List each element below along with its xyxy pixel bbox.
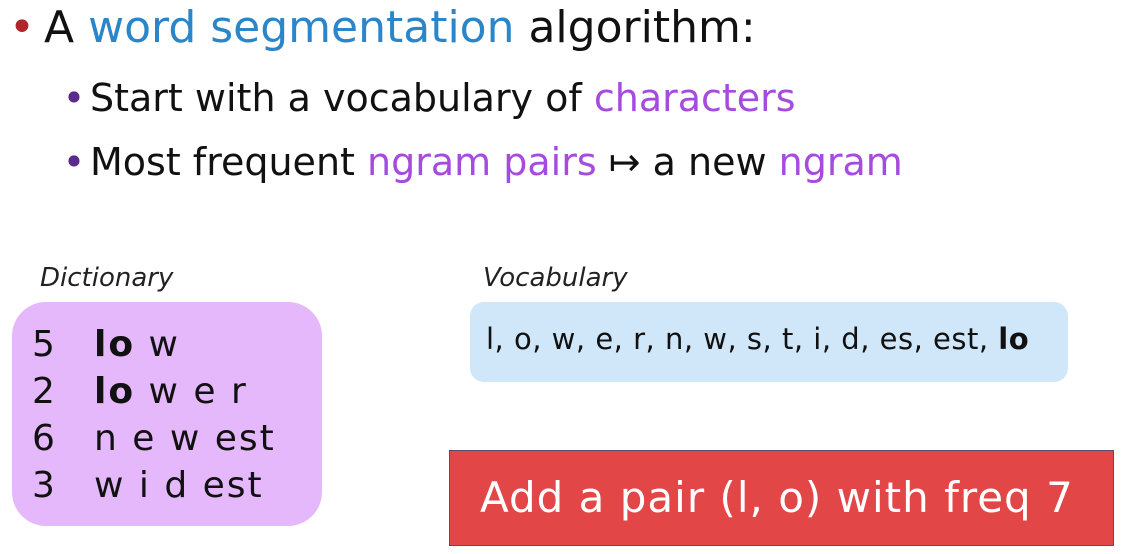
action-callout: Add a pair (l, o) with freq 7	[449, 450, 1114, 546]
dictionary-box: 5 lo w 2 lo w e r 6 n e w est 3 w i d est	[12, 302, 322, 526]
sub-bullet-2-arrow: ↦ a new	[596, 140, 779, 184]
dictionary-row: 2 lo w e r	[32, 371, 248, 412]
bullet-main-prefix: A	[44, 2, 89, 53]
dictionary-count: 6	[32, 418, 57, 459]
dictionary-merged: lo	[94, 371, 136, 412]
vocabulary-new-item: lo	[998, 322, 1030, 356]
action-text: Add a pair (l, o) with freq 7	[480, 473, 1074, 522]
bullet-main-suffix: algorithm:	[514, 2, 756, 53]
dictionary-word: w	[135, 324, 180, 365]
vocabulary-list: l, o, w, e, r, n, w, s, t, i, d, es, est…	[486, 322, 1029, 356]
sub-bullet-1: • Start with a vocabulary of characters	[58, 76, 796, 120]
sub-bullet-1-prefix: Start with a vocabulary of	[90, 76, 594, 120]
vocabulary-caption: Vocabulary	[483, 263, 628, 293]
sub-bullet-2-highlight-2: ngram	[778, 140, 903, 184]
sub-bullet-dot-icon: •	[62, 140, 86, 184]
bullet-main-highlight: word segmentation	[88, 2, 515, 53]
dictionary-count: 2	[32, 371, 57, 412]
sub-bullet-1-highlight: characters	[593, 76, 796, 120]
dictionary-word: w e r	[135, 371, 248, 412]
sub-bullet-2-prefix: Most frequent	[90, 140, 368, 184]
dictionary-caption: Dictionary	[40, 263, 174, 293]
sub-bullet-2-highlight-1: ngram pairs	[367, 140, 597, 184]
sub-bullet-dot-icon: •	[62, 76, 86, 120]
dictionary-count: 5	[32, 324, 57, 365]
dictionary-row: 6 n e w est	[32, 418, 276, 459]
bullet-main: • A word segmentation algorithm:	[0, 2, 756, 53]
vocabulary-items: l, o, w, e, r, n, w, s, t, i, d, es, est…	[486, 322, 999, 356]
dictionary-row: 5 lo w	[32, 324, 180, 365]
dictionary-word: w i d est	[94, 465, 264, 506]
dictionary-count: 3	[32, 465, 57, 506]
dictionary-row: 3 w i d est	[32, 465, 264, 506]
dictionary-merged: lo	[94, 324, 136, 365]
vocabulary-box: l, o, w, e, r, n, w, s, t, i, d, es, est…	[470, 302, 1068, 382]
dictionary-word: n e w est	[94, 418, 276, 459]
bullet-dot-icon: •	[9, 2, 35, 53]
sub-bullet-2: • Most frequent ngram pairs ↦ a new ngram	[58, 140, 903, 184]
